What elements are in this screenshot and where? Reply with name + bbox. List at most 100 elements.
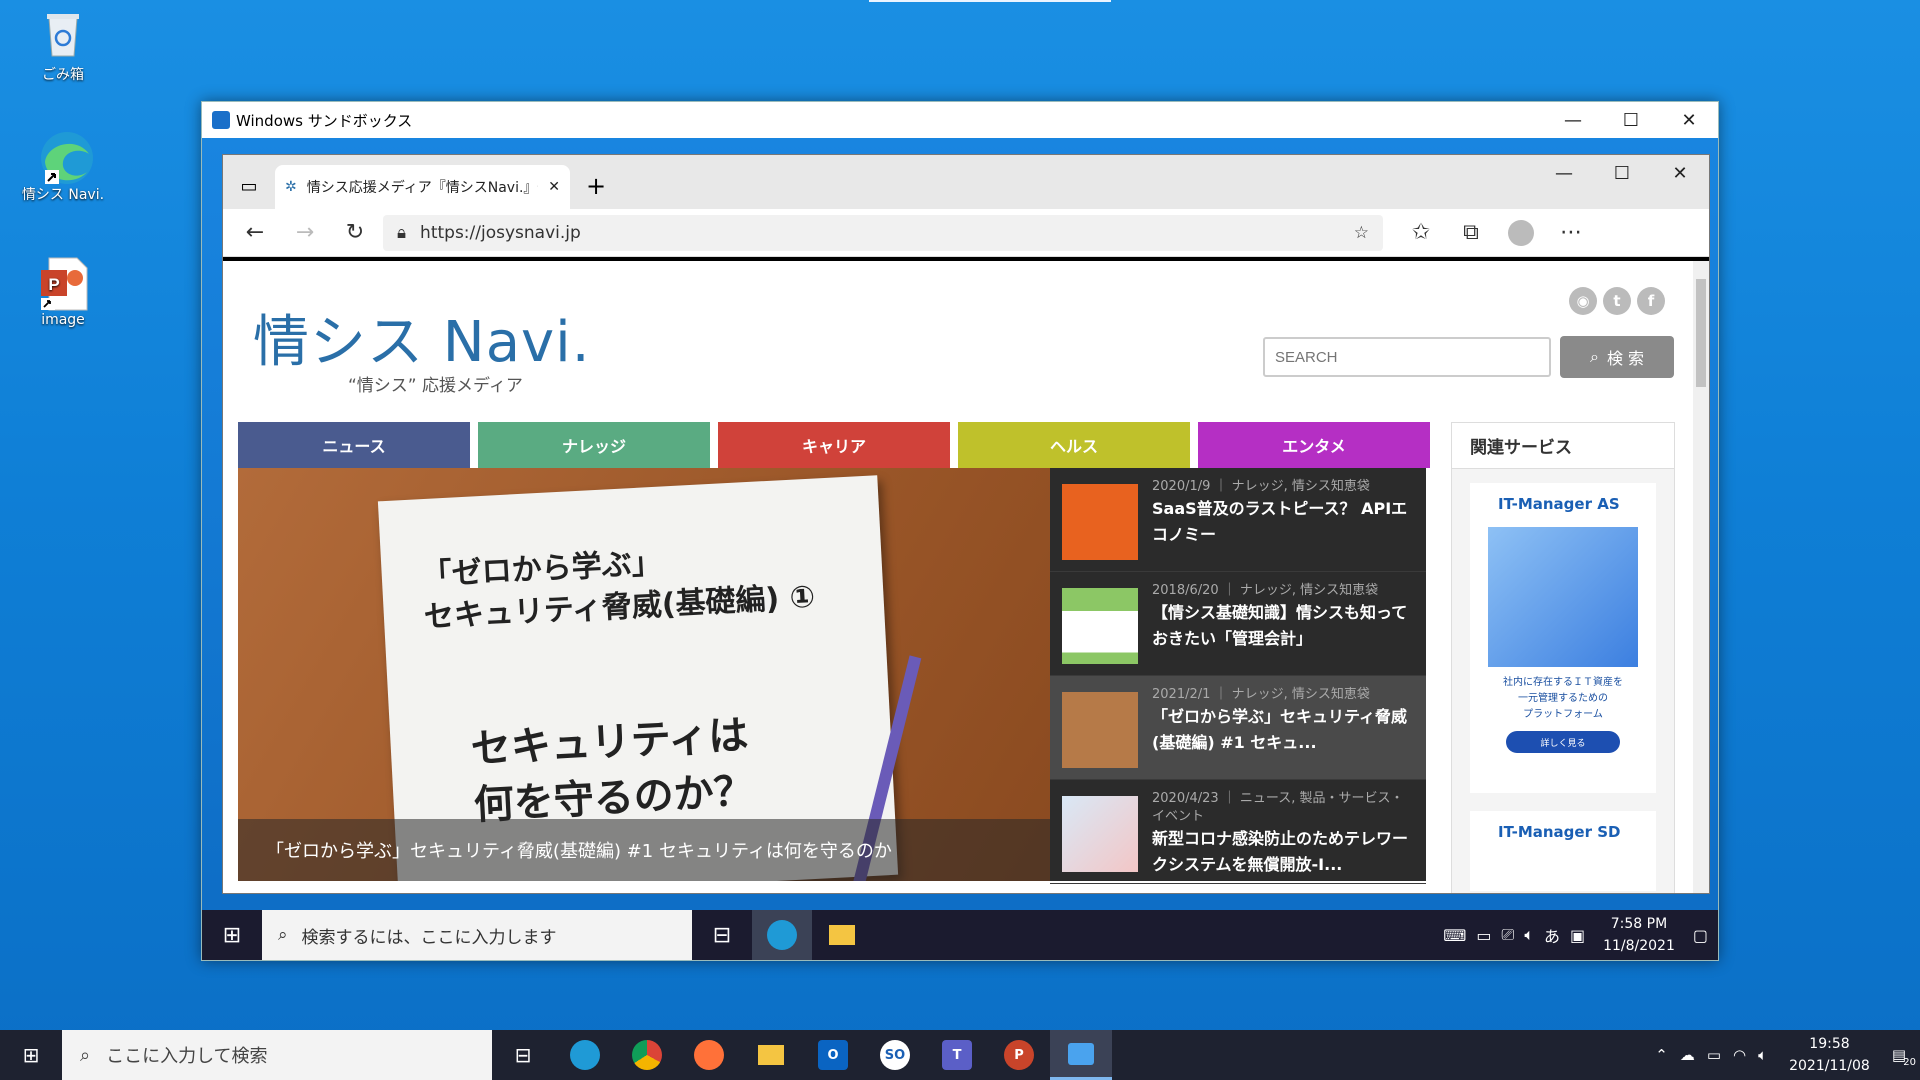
desktop-icon-image[interactable]: P image xyxy=(21,256,105,328)
related-services-sidebar: 関連サービス IT-Manager AS 社内に存在するＩＴ資産を 一元管理するた… xyxy=(1451,422,1675,893)
keyboard-icon[interactable]: ⌨ xyxy=(1443,926,1466,945)
desktop-icon-label: image xyxy=(41,312,85,328)
banner-text: 社内に存在するＩＴ資産を xyxy=(1503,677,1623,688)
edge-maximize-icon[interactable]: ☐ xyxy=(1593,155,1651,191)
main-search-box[interactable]: ⌕ ここに入力して検索 xyxy=(62,1030,492,1080)
maximize-icon[interactable]: ☐ xyxy=(1602,102,1660,138)
minimize-icon[interactable]: — xyxy=(1544,102,1602,138)
search-icon: ⌕ xyxy=(278,925,288,945)
article-title: 【情シス基礎知識】情シスも知っておきたい「管理会計」 xyxy=(1152,603,1408,648)
start-icon[interactable]: ⊞ xyxy=(0,1030,62,1080)
list-item[interactable]: 2021/2/1 ｜ ナレッジ, 情シス知恵袋 「ゼロから学ぶ」セキュリティ脅威(… xyxy=(1050,676,1426,780)
wifi-icon[interactable]: ◠ xyxy=(1733,1046,1746,1064)
site-logo[interactable]: 情シス Navi. “情シス” 応援メディア xyxy=(253,297,633,396)
start-icon[interactable]: ⊞ xyxy=(202,910,262,960)
network-icon[interactable]: ⎚ xyxy=(1502,925,1515,945)
back-icon[interactable]: ← xyxy=(233,213,277,253)
battery-icon[interactable]: ▭ xyxy=(1707,1046,1721,1064)
notification-icon[interactable]: ▤ 20 xyxy=(1892,1046,1916,1068)
banner-brand: IT-Manager SD xyxy=(1498,823,1621,841)
edge-taskbar-icon[interactable] xyxy=(752,910,812,960)
recycle-bin-icon xyxy=(37,8,89,60)
banner-details-button[interactable]: 詳しく見る xyxy=(1506,731,1620,753)
sandbox-app-icon xyxy=(212,111,230,129)
edge-minimize-icon[interactable]: — xyxy=(1535,155,1593,191)
search-button-label: 検 索 xyxy=(1606,349,1645,368)
close-icon[interactable]: ✕ xyxy=(1660,102,1718,138)
powerpoint-icon[interactable]: P xyxy=(988,1030,1050,1080)
desktop-icon-recycle-bin[interactable]: ごみ箱 xyxy=(21,8,105,84)
list-item[interactable]: 2018/6/20 ｜ ナレッジ, 情シス知恵袋【情シス基礎知識】情シスも知って… xyxy=(1050,572,1426,676)
refresh-icon[interactable]: ↻ xyxy=(333,213,377,253)
file-explorer-icon[interactable] xyxy=(740,1030,802,1080)
main-taskbar: ⊞ ⌕ ここに入力して検索 ⊟ O SO T P ⌃ ☁ ▭ ◠ 🔈︎ 19:5… xyxy=(0,1030,1920,1080)
sidebar-heading: 関連サービス xyxy=(1452,423,1674,469)
chrome-icon[interactable] xyxy=(616,1030,678,1080)
article-title: 「ゼロから学ぶ」セキュリティ脅威(基礎編) #1 セキュ... xyxy=(1152,707,1408,752)
nav-entertainment[interactable]: エンタメ xyxy=(1198,422,1430,468)
task-view-icon[interactable]: ⊟ xyxy=(492,1030,554,1080)
chevron-up-icon[interactable]: ⌃ xyxy=(1655,1046,1668,1064)
volume-icon[interactable]: 🔈︎ xyxy=(1758,1046,1767,1064)
windows-sandbox-icon[interactable] xyxy=(1050,1030,1112,1080)
tab-actions-icon[interactable]: ▭ xyxy=(223,163,275,209)
forward-icon[interactable]: → xyxy=(283,213,327,253)
sandbox-titlebar[interactable]: Windows サンドボックス — ☐ ✕ xyxy=(202,102,1718,138)
main-clock[interactable]: 19:58 2021/11/08 xyxy=(1789,1033,1870,1077)
notification-icon[interactable]: ▢ xyxy=(1693,926,1708,945)
nav-health[interactable]: ヘルス xyxy=(958,422,1190,468)
battery-icon[interactable]: ▭ xyxy=(1476,926,1491,945)
it-manager-as-banner[interactable]: IT-Manager AS 社内に存在するＩＴ資産を 一元管理するための プラットフ… xyxy=(1470,483,1656,793)
ime-mode-icon[interactable]: ▣ xyxy=(1570,926,1585,945)
desktop-icon-josys-navi[interactable]: 情シス Navi. xyxy=(21,128,105,204)
web-page: 情シス Navi. “情シス” 応援メディア ◉ t f ⌕ 検 索 ニュース … xyxy=(223,257,1709,893)
nav-news[interactable]: ニュース xyxy=(238,422,470,468)
facebook-icon[interactable]: f xyxy=(1637,287,1665,315)
tab-close-icon[interactable]: ✕ xyxy=(548,179,560,195)
twitter-icon[interactable]: t xyxy=(1603,287,1631,315)
tab-josys-navi[interactable]: ✲ 情シス応援メディア『情シスNavi.』情 ✕ xyxy=(275,165,570,209)
rss-icon[interactable]: ◉ xyxy=(1569,287,1597,315)
list-item[interactable]: 2020/1/9 ｜ ナレッジ, 情シス知恵袋 SaaS普及のラストピース？ AP… xyxy=(1050,468,1426,572)
logo-tagline: “情シス” 応援メディア xyxy=(348,376,523,396)
sandbox-window: Windows サンドボックス — ☐ ✕ ▭ ✲ 情シス応援メディア『情シスN… xyxy=(201,101,1719,961)
profile-icon[interactable] xyxy=(1499,213,1543,253)
edge-icon[interactable] xyxy=(554,1030,616,1080)
it-manager-sd-banner[interactable]: IT-Manager SD xyxy=(1470,811,1656,891)
clock-date: 2021/11/08 xyxy=(1789,1058,1870,1074)
task-view-icon[interactable]: ⊟ xyxy=(692,910,752,960)
more-icon[interactable]: ⋯ xyxy=(1549,213,1593,253)
nav-knowledge[interactable]: ナレッジ xyxy=(478,422,710,468)
chat-app-icon[interactable]: SO xyxy=(864,1030,926,1080)
hero-article[interactable]: 「ゼロから学ぶ」 セキュリティ脅威(基礎編) ① セキュリティは 何を守るのか？ 「… xyxy=(238,468,1050,881)
add-favorite-icon[interactable]: ☆ xyxy=(1354,223,1369,243)
social-links: ◉ t f xyxy=(1569,287,1665,315)
nav-career[interactable]: キャリア xyxy=(718,422,950,468)
sandbox-search-box[interactable]: ⌕ 検索するには、ここに入力します xyxy=(262,910,692,960)
top-window-edge xyxy=(869,0,1111,2)
firefox-icon[interactable] xyxy=(678,1030,740,1080)
search-icon: ⌕ xyxy=(1589,347,1599,366)
teams-icon[interactable]: T xyxy=(926,1030,988,1080)
search-placeholder: ここに入力して検索 xyxy=(106,1046,268,1067)
onedrive-icon[interactable]: ☁ xyxy=(1680,1046,1695,1064)
collections-icon[interactable]: ⧉ xyxy=(1449,213,1493,253)
url-input[interactable]: 🔒︎ https://josysnavi.jp ☆ xyxy=(383,214,1383,251)
sandbox-clock[interactable]: 7:58 PM 11/8/2021 xyxy=(1603,913,1675,957)
site-search-button[interactable]: ⌕ 検 索 xyxy=(1560,336,1674,378)
list-item[interactable]: 2020/4/23 ｜ ニュース, 製品・サービス・イベント 新型コロナ感染防止の… xyxy=(1050,780,1426,884)
edge-close-icon[interactable]: ✕ xyxy=(1651,155,1709,191)
ime-indicator[interactable]: あ xyxy=(1544,923,1560,947)
edge-window: ▭ ✲ 情シス応援メディア『情シスNavi.』情 ✕ + — ☐ ✕ ← → ↻ xyxy=(222,154,1710,894)
article-list: 2020/1/9 ｜ ナレッジ, 情シス知恵袋 SaaS普及のラストピース？ AP… xyxy=(1050,468,1426,884)
new-tab-icon[interactable]: + xyxy=(570,163,622,209)
volume-icon[interactable]: 🔈︎ xyxy=(1524,925,1534,945)
page-scrollbar[interactable] xyxy=(1693,261,1709,893)
article-meta: 2018/6/20 ｜ ナレッジ, 情シス知恵袋 xyxy=(1152,583,1379,598)
clock-time: 19:58 xyxy=(1809,1036,1850,1052)
favorites-icon[interactable]: ✩ xyxy=(1399,213,1443,253)
logo-text: 情シス Navi. xyxy=(253,310,591,375)
file-explorer-icon[interactable] xyxy=(812,910,872,960)
outlook-icon[interactable]: O xyxy=(802,1030,864,1080)
site-search-input[interactable] xyxy=(1263,337,1551,377)
